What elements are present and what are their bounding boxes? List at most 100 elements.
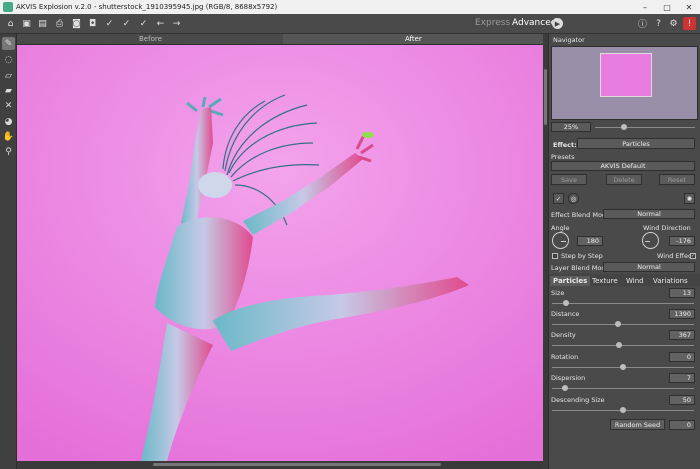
param-value[interactable]: 367 bbox=[669, 330, 695, 340]
close-window-button[interactable]: ✕ bbox=[678, 0, 700, 14]
param-slider-knob[interactable] bbox=[620, 364, 626, 370]
print-icon[interactable]: ⎙ bbox=[53, 17, 66, 30]
app-logo-icon bbox=[3, 2, 13, 12]
param-slider[interactable] bbox=[552, 385, 694, 391]
home-icon[interactable]: ⌂ bbox=[4, 17, 17, 30]
settings-panel: Navigator 25% Effect: Particles Presets … bbox=[548, 34, 700, 469]
presets-label: Presets bbox=[551, 153, 575, 161]
param-slider-knob[interactable] bbox=[562, 300, 569, 306]
wind-direction-dial[interactable] bbox=[642, 232, 659, 249]
preset-reset-button[interactable]: Reset bbox=[659, 174, 695, 185]
param-value[interactable]: 7 bbox=[669, 373, 695, 383]
param-label: Rotation bbox=[551, 353, 579, 361]
zoom-select[interactable]: 25% bbox=[551, 122, 591, 132]
param-slider[interactable] bbox=[552, 321, 694, 327]
preset-save-button[interactable]: Save bbox=[551, 174, 587, 185]
wind-effect-label: Wind Effect bbox=[657, 252, 695, 260]
tab-before[interactable]: Before bbox=[139, 35, 162, 43]
window-title: AKVIS Explosion v.2.0 - shutterstock_191… bbox=[16, 3, 278, 11]
param-slider-knob[interactable] bbox=[615, 342, 622, 348]
save-file-icon[interactable]: ▤ bbox=[36, 17, 49, 30]
param-slider-knob[interactable] bbox=[614, 321, 621, 327]
info-icon[interactable]: ⓘ bbox=[636, 17, 649, 30]
apply-check-icon[interactable]: ✓ bbox=[553, 193, 564, 204]
eraser-2-tool-icon[interactable]: ▰ bbox=[2, 84, 15, 97]
green-marker bbox=[362, 132, 374, 138]
direction-tool-icon[interactable]: ◕ bbox=[2, 115, 15, 128]
effect-blend-select[interactable]: Normal bbox=[603, 209, 695, 219]
tab-particles[interactable]: Particles bbox=[550, 276, 591, 286]
zoom-slider[interactable] bbox=[595, 124, 695, 130]
tools-panel: ✎ ◌ ▱ ▰ ✕ ◕ ✋ ⚲ bbox=[0, 34, 17, 469]
step-by-step-label: Step by Step bbox=[561, 252, 603, 260]
effect-blend-label: Effect Blend Mode bbox=[551, 211, 611, 219]
param-label: Descending Size bbox=[551, 396, 605, 404]
main-toolbar: ⌂ ▣ ▤ ⎙ ◙ ◘ ✓ ✓ ✓ ← → Express Advanced ▶… bbox=[0, 14, 700, 34]
param-value[interactable]: 1390 bbox=[669, 309, 695, 319]
tab-after[interactable]: After bbox=[405, 35, 422, 43]
open-file-icon[interactable]: ▣ bbox=[20, 17, 33, 30]
step-by-step-checkbox[interactable] bbox=[552, 253, 558, 259]
param-slider-knob[interactable] bbox=[561, 385, 568, 391]
wind-direction-value[interactable]: -176 bbox=[669, 236, 695, 246]
horizontal-scrollbar[interactable] bbox=[17, 461, 543, 469]
transform-tool-icon[interactable]: ✕ bbox=[2, 99, 15, 112]
mode-express[interactable]: Express bbox=[475, 18, 510, 28]
share-icon[interactable]: ◘ bbox=[86, 17, 99, 30]
param-slider-knob[interactable] bbox=[620, 407, 626, 413]
param-label: Dispersion bbox=[551, 374, 586, 382]
redo-icon[interactable]: → bbox=[170, 17, 183, 30]
layer-blend-label: Layer Blend Mode bbox=[551, 264, 610, 272]
tab-variations[interactable]: Variations bbox=[650, 276, 691, 286]
settings-gear-icon[interactable]: ⚙ bbox=[667, 17, 680, 30]
random-seed-button[interactable]: Random Seed bbox=[610, 419, 665, 430]
navigator-title: Navigator bbox=[553, 36, 585, 44]
import-strokes-icon[interactable]: ✓ bbox=[103, 17, 116, 30]
param-slider[interactable] bbox=[552, 407, 694, 413]
param-tabs: Particles Texture Wind Variations bbox=[549, 274, 700, 286]
param-value[interactable]: 0 bbox=[669, 352, 695, 362]
batch-icon[interactable]: ◙ bbox=[70, 17, 83, 30]
clear-strokes-icon[interactable]: ✓ bbox=[137, 17, 150, 30]
image-canvas[interactable] bbox=[17, 45, 543, 461]
tab-wind[interactable]: Wind bbox=[623, 276, 647, 286]
window-controls: – □ ✕ bbox=[634, 0, 700, 14]
brush-tool-icon[interactable]: ✎ bbox=[2, 37, 15, 50]
navigator-preview[interactable] bbox=[551, 46, 698, 120]
param-label: Density bbox=[551, 331, 576, 339]
before-after-tabs: Before After bbox=[17, 34, 543, 45]
param-slider[interactable] bbox=[552, 300, 694, 306]
angle-value[interactable]: 180 bbox=[577, 236, 603, 246]
wind-direction-label: Wind Direction bbox=[643, 224, 691, 232]
notifications-icon[interactable]: ! bbox=[683, 17, 696, 30]
maximize-button[interactable]: □ bbox=[656, 0, 678, 14]
layer-blend-select[interactable]: Normal bbox=[603, 262, 695, 272]
effect-label: Effect: bbox=[553, 141, 577, 149]
random-seed-value[interactable]: 0 bbox=[669, 420, 695, 430]
undo-icon[interactable]: ← bbox=[154, 17, 167, 30]
mode-advanced[interactable]: Advanced bbox=[512, 18, 556, 28]
zoom-tool-icon[interactable]: ⚲ bbox=[2, 145, 15, 158]
minimize-button[interactable]: – bbox=[634, 0, 656, 14]
param-value[interactable]: 50 bbox=[669, 395, 695, 405]
title-bar: AKVIS Explosion v.2.0 - shutterstock_191… bbox=[0, 0, 700, 14]
param-label: Distance bbox=[551, 310, 580, 318]
angle-dial[interactable] bbox=[552, 232, 569, 249]
param-slider[interactable] bbox=[552, 364, 694, 370]
run-icon[interactable]: ▶ bbox=[552, 18, 563, 29]
background-icon[interactable]: ✺ bbox=[684, 193, 695, 204]
help-icon[interactable]: ? bbox=[652, 17, 665, 30]
param-slider[interactable] bbox=[552, 342, 694, 348]
dancer-image bbox=[17, 45, 543, 461]
wind-effect-checkbox[interactable]: ✓ bbox=[690, 253, 696, 259]
param-value[interactable]: 13 bbox=[669, 288, 695, 298]
lasso-tool-icon[interactable]: ◌ bbox=[2, 53, 15, 66]
effect-select[interactable]: Particles bbox=[577, 138, 695, 149]
export-strokes-icon[interactable]: ✓ bbox=[120, 17, 133, 30]
eraser-tool-icon[interactable]: ▱ bbox=[2, 69, 15, 82]
hand-tool-icon[interactable]: ✋ bbox=[2, 130, 15, 143]
preset-delete-button[interactable]: Delete bbox=[606, 174, 642, 185]
presets-select[interactable]: AKVIS Default bbox=[551, 161, 695, 171]
tab-texture[interactable]: Texture bbox=[589, 276, 621, 286]
texture-mode-icon[interactable]: ◎ bbox=[568, 193, 579, 204]
